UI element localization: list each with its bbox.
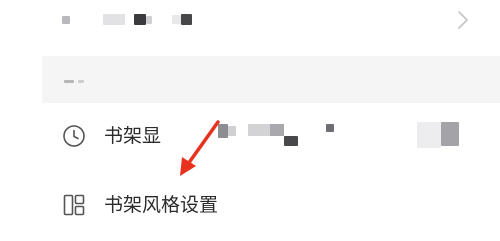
redacted-block [228,126,236,136]
red-arrow-icon [180,120,220,176]
redacted-block [441,122,459,146]
redacted-block [181,14,192,25]
redacted-block [172,15,181,24]
menu-item-bookshelf-display[interactable]: 书架显 [0,110,500,164]
banner-strip [42,56,500,103]
redacted-block [284,136,298,146]
chevron-right-icon [458,11,468,29]
redacted-block [78,80,84,83]
menu-item-label: 书架显 [104,125,162,147]
settings-screen: 书架显 书架风格设置 [0,0,500,241]
redacted-block [103,14,125,25]
redacted-block [146,16,152,24]
redacted-block [64,80,74,83]
redacted-block [62,16,70,24]
redacted-block [326,124,334,132]
clock-icon [63,125,85,147]
redacted-block [270,124,284,136]
menu-item-bookshelf-style-settings[interactable]: 书架风格设置 [0,179,500,233]
top-setting-row[interactable] [0,0,500,42]
layout-icon [63,194,85,216]
redacted-block [417,122,441,148]
redacted-block [134,14,146,25]
menu-item-label: 书架风格设置 [104,194,219,216]
